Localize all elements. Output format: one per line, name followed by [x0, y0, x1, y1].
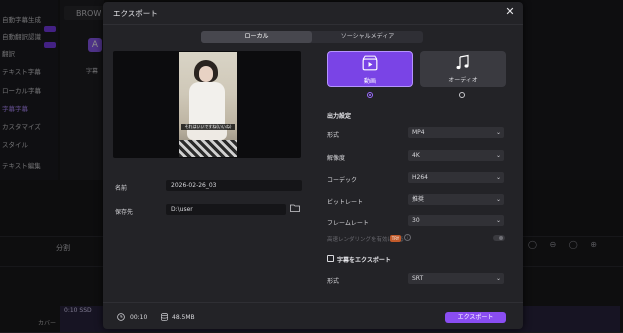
- save-location-input[interactable]: D:\user: [166, 204, 286, 215]
- codec-label: コーデック: [327, 177, 358, 184]
- framerate-value: 30: [412, 217, 420, 224]
- file-size-value: 48.5MB: [172, 314, 195, 321]
- name-label: 名前: [115, 185, 128, 192]
- subtitle-format-select[interactable]: SRT ⌄: [408, 273, 504, 284]
- codec-value: H264: [412, 174, 428, 181]
- subtitle-format-value: SRT: [412, 275, 424, 282]
- file-size-icon: [161, 313, 168, 321]
- export-target-tabs: ローカル ソーシャルメディア: [201, 31, 423, 43]
- music-note-icon: [456, 54, 469, 70]
- format-select[interactable]: MP4 ⌄: [408, 127, 504, 138]
- subtitle-format-label: 形式: [327, 278, 340, 285]
- output-settings-title: 出力設定: [327, 113, 352, 120]
- folder-icon[interactable]: [290, 204, 300, 212]
- divider: [103, 302, 523, 303]
- chevron-down-icon: ⌄: [495, 217, 501, 224]
- chevron-down-icon: ⌄: [495, 275, 501, 282]
- bitrate-label: ビットレート: [327, 199, 364, 206]
- video-format-label: 動画: [363, 78, 376, 85]
- tab-local[interactable]: ローカル: [201, 31, 312, 43]
- dialog-title: エクスポート: [113, 9, 158, 18]
- export-button[interactable]: エクスポート: [445, 312, 506, 323]
- try-badge: TRY: [390, 235, 401, 242]
- preview-subtitle: それはいいですね(いいね): [181, 124, 235, 130]
- chevron-down-icon: ⌄: [495, 196, 501, 203]
- audio-format-label: オーディオ: [448, 77, 478, 84]
- bitrate-select[interactable]: 推奨 ⌄: [408, 194, 504, 205]
- info-icon[interactable]: i: [404, 234, 411, 241]
- format-value: MP4: [412, 129, 425, 136]
- codec-select[interactable]: H264 ⌄: [408, 172, 504, 183]
- audio-radio[interactable]: [459, 92, 465, 98]
- chevron-down-icon: ⌄: [495, 174, 501, 181]
- close-icon[interactable]: ✕: [503, 5, 517, 19]
- format-label: 形式: [327, 132, 340, 139]
- name-input[interactable]: 2026-02-26_03: [166, 180, 302, 191]
- video-format-card[interactable]: 動画: [327, 51, 413, 87]
- export-dialog: エクスポート ✕ ローカル ソーシャルメディア それはいいですね(いいね) 名前…: [103, 2, 523, 329]
- resolution-value: 4K: [412, 152, 420, 159]
- divider: [103, 24, 523, 25]
- resolution-select[interactable]: 4K ⌄: [408, 150, 504, 161]
- save-location-label: 保存先: [115, 209, 134, 216]
- export-subtitles-checkbox[interactable]: [327, 255, 334, 262]
- export-subtitles-label: 字幕をエクスポート: [337, 257, 391, 264]
- chevron-down-icon: ⌄: [495, 152, 501, 159]
- resolution-label: 解像度: [327, 155, 346, 162]
- duration-value: 00:10: [130, 314, 148, 321]
- framerate-label: フレームレート: [327, 220, 369, 227]
- video-radio[interactable]: [367, 92, 373, 98]
- gpu-acceleration-toggle[interactable]: [493, 235, 505, 241]
- chevron-down-icon: ⌄: [495, 129, 501, 136]
- audio-format-card[interactable]: オーディオ: [420, 51, 506, 87]
- preview-thumbnail: それはいいですね(いいね): [179, 52, 237, 157]
- clock-icon: [117, 313, 125, 321]
- video-icon: [362, 55, 378, 71]
- tab-social-media[interactable]: ソーシャルメディア: [312, 31, 423, 43]
- bitrate-value: 推奨: [412, 196, 425, 203]
- framerate-select[interactable]: 30 ⌄: [408, 215, 504, 226]
